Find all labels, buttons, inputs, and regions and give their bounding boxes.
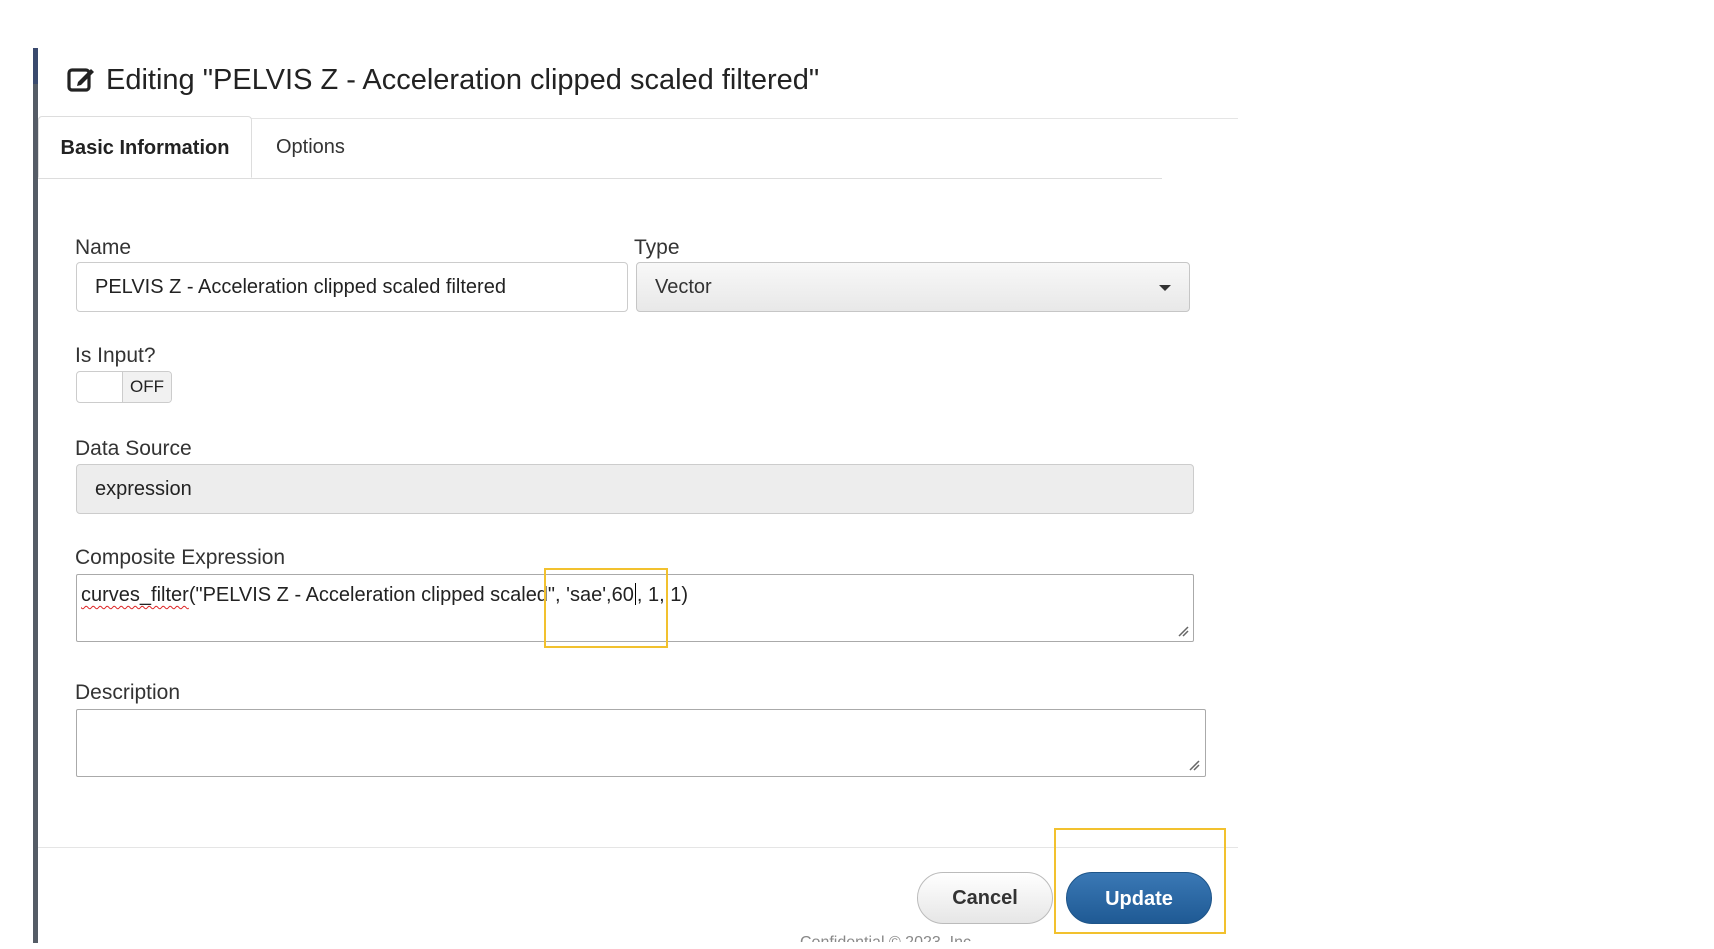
- resize-grip-icon[interactable]: [1177, 625, 1189, 637]
- text-cursor: [634, 583, 636, 605]
- tab-options[interactable]: Options: [252, 116, 369, 178]
- data-source-field: expression: [76, 464, 1194, 514]
- toggle-state-label: OFF: [122, 372, 171, 402]
- dialog-title: Editing "PELVIS Z - Acceleration clipped…: [106, 64, 820, 96]
- composite-expression-label: Composite Expression: [75, 546, 286, 569]
- description-textarea[interactable]: [76, 709, 1206, 777]
- type-select[interactable]: Vector: [636, 262, 1190, 312]
- description-label: Description: [75, 681, 181, 704]
- data-source-label: Data Source: [75, 437, 192, 460]
- type-label: Type: [634, 236, 680, 259]
- composite-expression-textarea[interactable]: curves_filter("PELVIS Z - Acceleration c…: [76, 574, 1194, 642]
- edit-icon: [67, 68, 94, 92]
- spellcheck-word: curves_filter: [81, 584, 189, 606]
- name-input[interactable]: PELVIS Z - Acceleration clipped scaled f…: [76, 262, 628, 312]
- dialog-header: Editing "PELVIS Z - Acceleration clipped…: [38, 40, 1238, 119]
- footer-divider: [38, 847, 1238, 848]
- name-label: Name: [75, 236, 132, 259]
- cancel-button[interactable]: Cancel: [917, 872, 1053, 924]
- update-button[interactable]: Update: [1066, 872, 1212, 924]
- chevron-down-icon: [1159, 285, 1171, 291]
- expression-text: ("PELVIS Z - Acceleration clipped scaled…: [188, 584, 634, 606]
- tab-basic-information[interactable]: Basic Information: [38, 116, 252, 178]
- type-select-value: Vector: [655, 275, 712, 298]
- expression-text-tail: , 1, 1): [636, 584, 688, 606]
- is-input-toggle[interactable]: OFF: [76, 371, 172, 403]
- page: Editing "PELVIS Z - Acceleration clipped…: [0, 0, 1714, 949]
- is-input-label: Is Input?: [75, 344, 156, 367]
- resize-grip-icon[interactable]: [1188, 759, 1200, 771]
- footer-note: Confidential © 2023, Inc.: [800, 930, 975, 942]
- tab-bar: Basic Information Options: [38, 116, 1162, 179]
